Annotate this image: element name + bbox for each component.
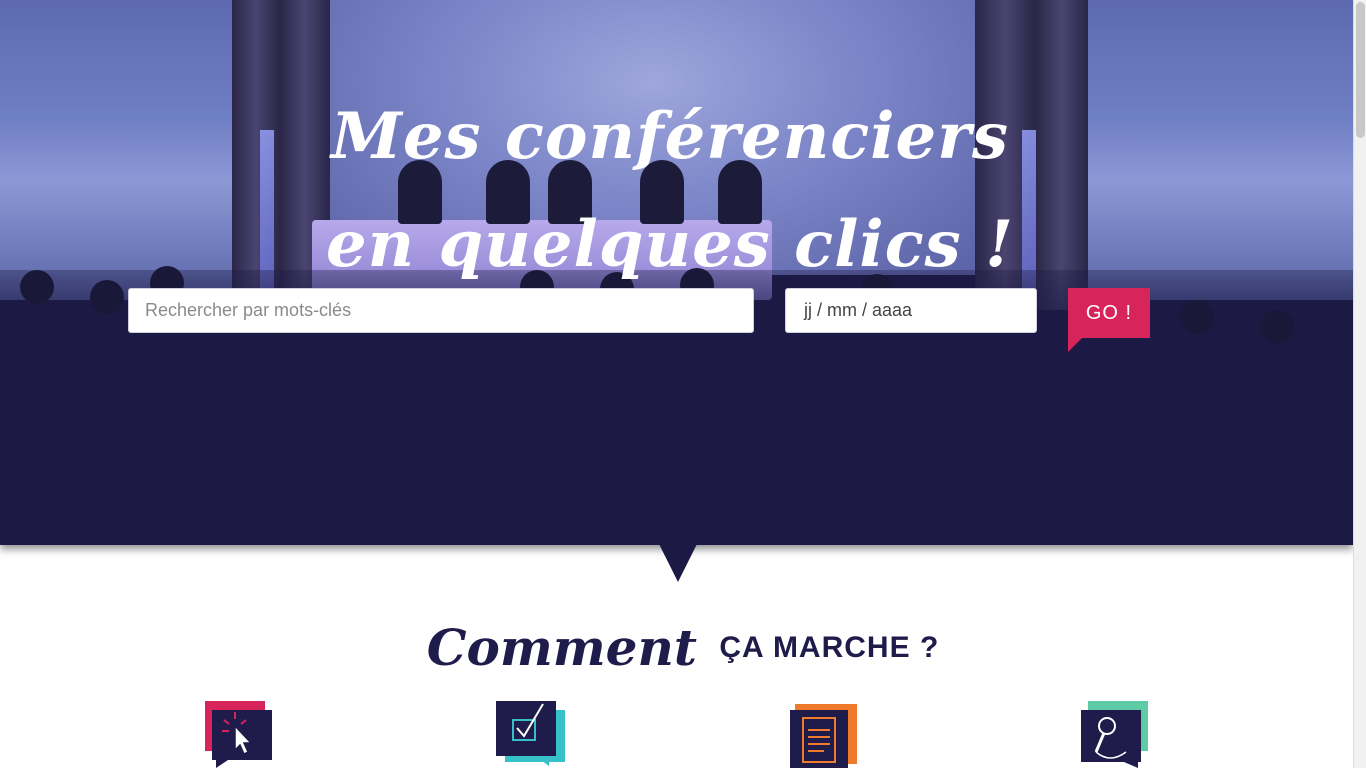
how-title-caps: ÇA MARCHE ? (719, 630, 940, 664)
page: Mes conférenciers en quelques clics ! jj… (0, 0, 1353, 768)
hero-headline: Mes conférenciers en quelques clics ! (300, 83, 1040, 299)
how-title-script: Comment (426, 618, 697, 677)
go-button-tail (1068, 338, 1082, 352)
headline-line-1: Mes conférenciers (330, 98, 1010, 174)
step-3-document-icon (789, 700, 861, 768)
hero-pointer-arrow (659, 544, 697, 582)
date-input-value: jj / mm / aaaa (804, 300, 913, 320)
step-1-cursor-click-icon (204, 700, 276, 768)
step-2-checkbox-icon (495, 700, 567, 768)
headline-line-2: en quelques clics ! (325, 206, 1015, 282)
stage-light (260, 130, 274, 290)
hero-banner: Mes conférenciers en quelques clics ! jj… (0, 0, 1353, 545)
left-screen (0, 0, 232, 300)
step-4-microphone-icon (1080, 700, 1152, 768)
scrollbar-thumb[interactable] (1356, 2, 1365, 138)
pillar (1035, 0, 1088, 310)
date-input[interactable]: jj / mm / aaaa (785, 288, 1037, 333)
page-scrollbar[interactable] (1353, 0, 1366, 768)
right-screen (1088, 0, 1353, 300)
keyword-search-input[interactable] (128, 288, 754, 333)
how-it-works-heading: Comment ÇA MARCHE ? (0, 618, 1353, 677)
go-button[interactable]: GO ! (1068, 288, 1150, 338)
